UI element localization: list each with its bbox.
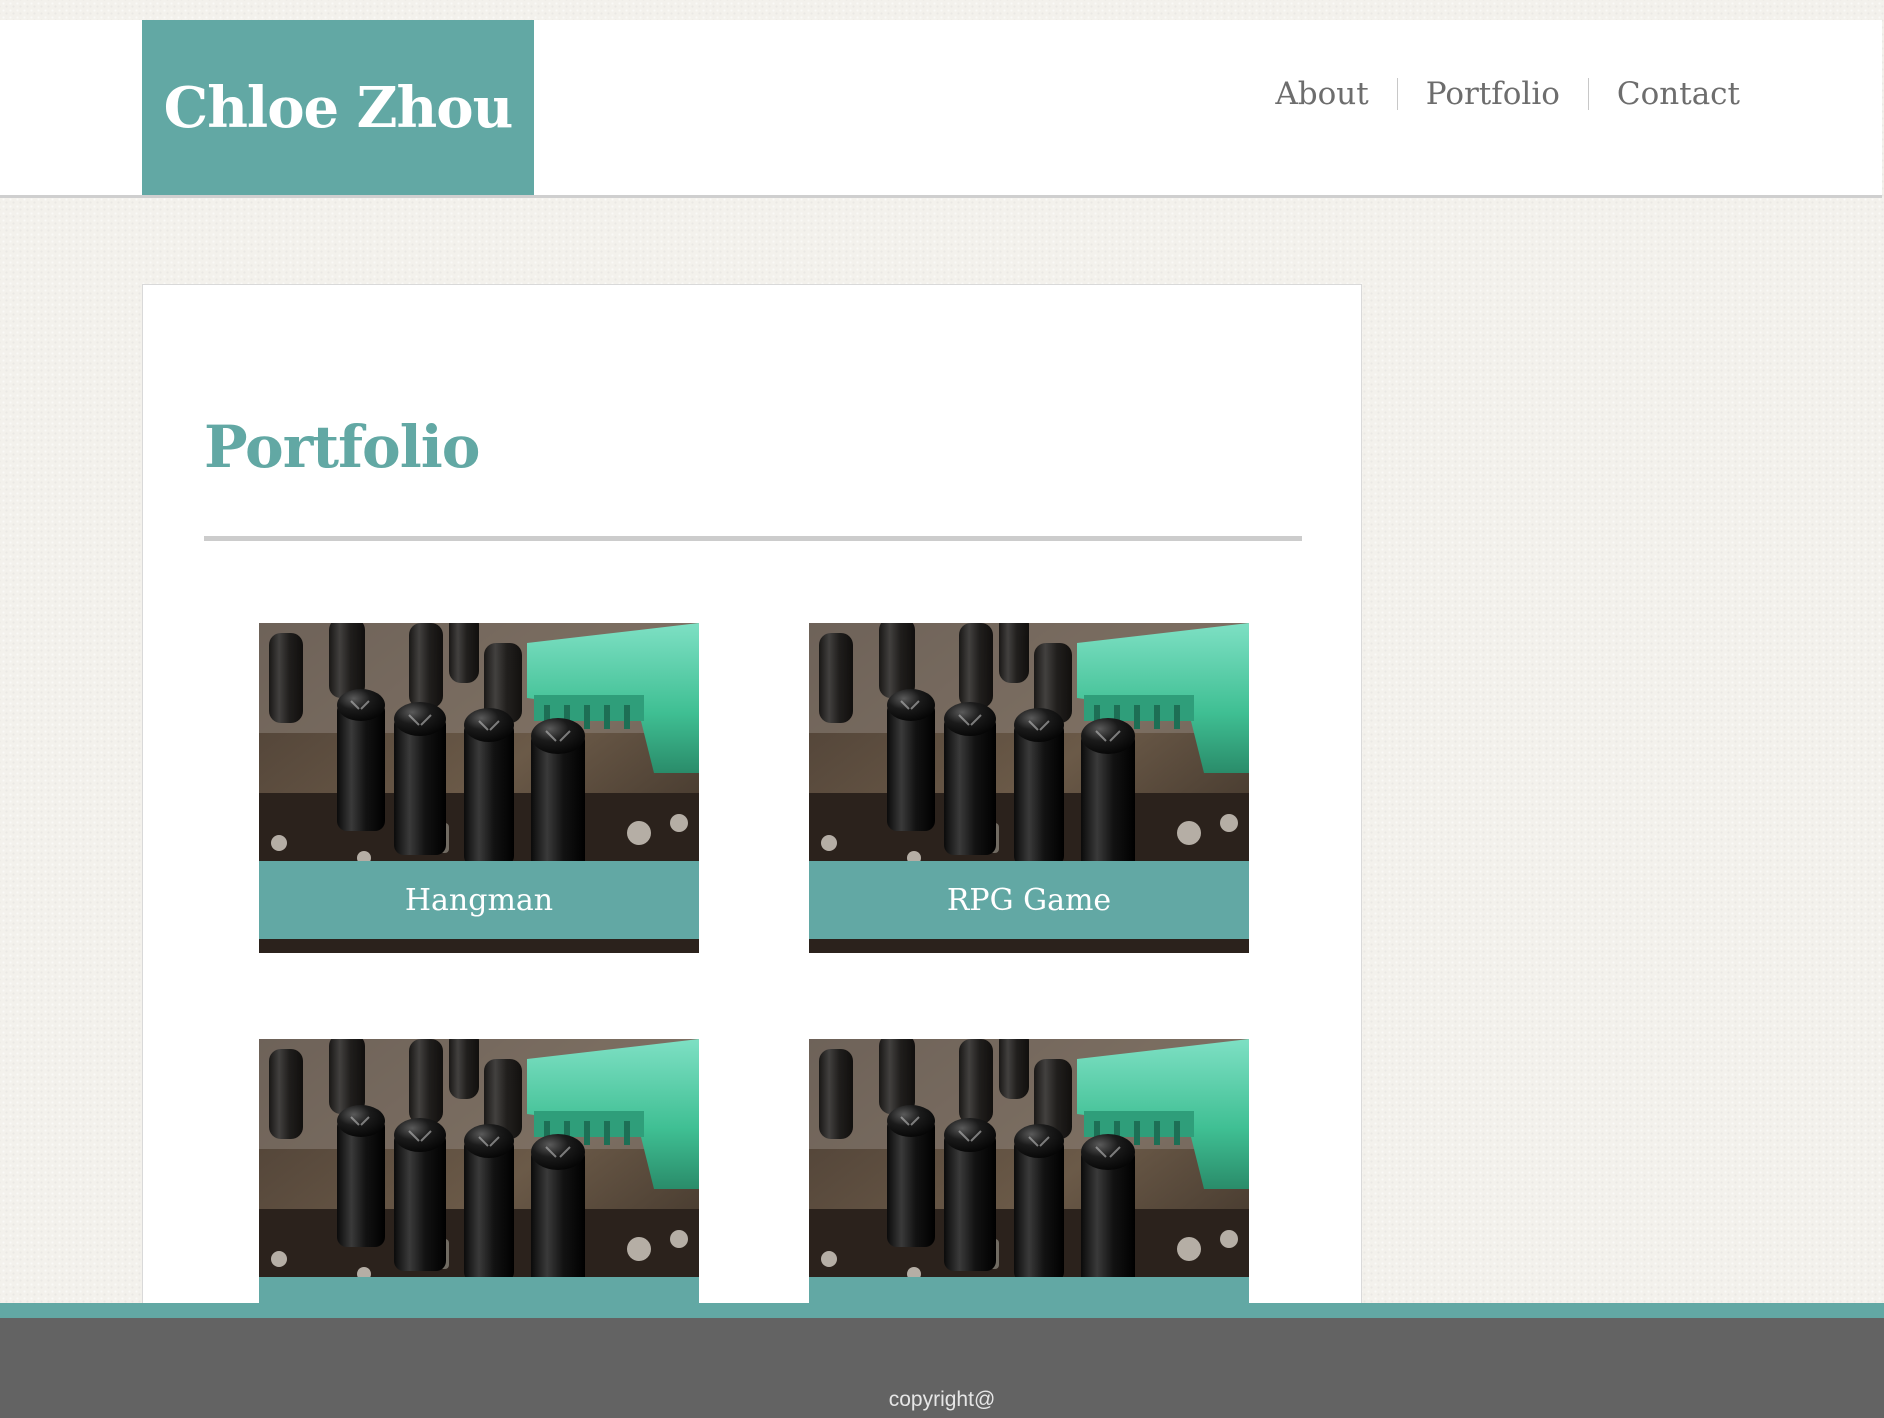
logo-text: Chloe Zhou [163,74,514,141]
title-divider [204,536,1302,541]
project-tile-hangman[interactable]: Hangman [259,623,699,953]
page-title: Portfolio [204,413,480,481]
nav-link-portfolio[interactable]: Portfolio [1426,76,1560,112]
footer-accent-bar [0,1303,1884,1318]
project-caption: RPG Game [809,861,1249,939]
nav-link-contact[interactable]: Contact [1617,76,1740,112]
site-footer: copyright@ [0,1318,1884,1418]
portfolio-card: Portfolio Hangman RPG Game Trivia Game P… [142,284,1362,1369]
site-header: Chloe Zhou About Portfolio Contact [0,20,1882,198]
main-nav: About Portfolio Contact [1275,76,1740,112]
copyright-text: copyright@ [888,1388,996,1411]
nav-divider [1396,78,1398,110]
project-caption: Hangman [259,861,699,939]
top-strip [0,0,1884,20]
nav-divider [1587,78,1589,110]
site-logo[interactable]: Chloe Zhou [142,20,534,195]
nav-link-about[interactable]: About [1275,76,1368,112]
project-tile-rpg-game[interactable]: RPG Game [809,623,1249,953]
